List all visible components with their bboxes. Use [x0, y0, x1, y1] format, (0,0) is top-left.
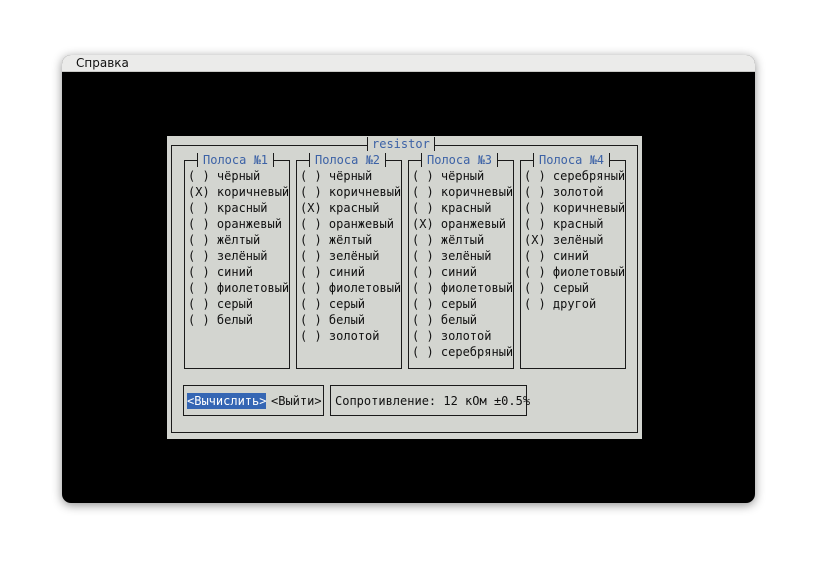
band-4-options: ( ) серебряный( ) золотой( ) коричневый(…: [524, 168, 625, 312]
band-2-radio-option[interactable]: ( ) фиолетовый: [300, 280, 401, 296]
band-3-radio-option[interactable]: ( ) золотой: [412, 328, 513, 344]
band-1-radio-option[interactable]: ( ) жёлтый: [188, 232, 289, 248]
band-4-group: Полоса №4 ( ) серебряный( ) золотой( ) к…: [520, 153, 626, 369]
band-2-radio-option[interactable]: (X) красный: [300, 200, 401, 216]
calculate-button[interactable]: <Вычислить>: [187, 393, 267, 409]
band-3-radio-option[interactable]: ( ) чёрный: [412, 168, 513, 184]
resistor-dialog: resistor Полоса №1 ( ) чёрный (X) коричне…: [167, 136, 642, 439]
band-4-radio-option[interactable]: (X) зелёный: [524, 232, 625, 248]
band-1-radio-option[interactable]: (X) коричневый: [188, 184, 289, 200]
band-1-options: ( ) чёрный (X) коричневый( ) красный( ) о…: [188, 168, 289, 328]
band-2-radio-option[interactable]: ( ) белый: [300, 312, 401, 328]
band-3-radio-option[interactable]: (X) оранжевый: [412, 216, 513, 232]
band-4-radio-option[interactable]: ( ) синий: [524, 248, 625, 264]
band-2-title: Полоса №2: [309, 153, 387, 167]
band-4-radio-option[interactable]: ( ) фиолетовый: [524, 264, 625, 280]
band-1-radio-option[interactable]: ( ) синий: [188, 264, 289, 280]
band-1-radio-option[interactable]: ( ) серый: [188, 296, 289, 312]
band-1-radio-option[interactable]: ( ) зелёный: [188, 248, 289, 264]
band-1-group: Полоса №1 ( ) чёрный (X) коричневый( ) кр…: [184, 153, 290, 369]
band-4-radio-option[interactable]: ( ) золотой: [524, 184, 625, 200]
band-2-radio-option[interactable]: ( ) чёрный: [300, 168, 401, 184]
band-3-radio-option[interactable]: ( ) жёлтый: [412, 232, 513, 248]
band-2-group: Полоса №2 ( ) чёрный( ) коричневый (X) кр…: [296, 153, 402, 369]
dialog-title: resistor: [367, 137, 435, 151]
band-1-radio-option[interactable]: ( ) красный: [188, 200, 289, 216]
band-1-radio-option[interactable]: ( ) оранжевый: [188, 216, 289, 232]
band-3-radio-option[interactable]: ( ) зелёный: [412, 248, 513, 264]
band-3-radio-option[interactable]: ( ) серебряный: [412, 344, 513, 360]
terminal-window: Справка resistor Полоса №1 ( ) чёрный (X)…: [62, 55, 755, 503]
band-3-radio-option[interactable]: ( ) серый: [412, 296, 513, 312]
band-2-radio-option[interactable]: ( ) оранжевый: [300, 216, 401, 232]
resistance-result: Сопротивление: 12 кОм ±0.5%: [335, 394, 531, 408]
band-2-radio-option[interactable]: ( ) серый: [300, 296, 401, 312]
window-title: Справка: [76, 56, 129, 70]
band-2-options: ( ) чёрный( ) коричневый (X) красный( ) о…: [300, 168, 401, 344]
band-4-radio-option[interactable]: ( ) коричневый: [524, 200, 625, 216]
exit-button[interactable]: <Выйти>: [271, 393, 322, 409]
band-3-radio-option[interactable]: ( ) белый: [412, 312, 513, 328]
band-4-radio-option[interactable]: ( ) красный: [524, 216, 625, 232]
band-2-radio-option[interactable]: ( ) золотой: [300, 328, 401, 344]
band-3-radio-option[interactable]: ( ) фиолетовый: [412, 280, 513, 296]
band-3-radio-option[interactable]: ( ) коричневый: [412, 184, 513, 200]
band-2-radio-option[interactable]: ( ) жёлтый: [300, 232, 401, 248]
band-4-radio-option[interactable]: ( ) другой: [524, 296, 625, 312]
band-2-radio-option[interactable]: ( ) синий: [300, 264, 401, 280]
band-2-radio-option[interactable]: ( ) коричневый: [300, 184, 401, 200]
band-1-radio-option[interactable]: ( ) белый: [188, 312, 289, 328]
band-4-radio-option[interactable]: ( ) серебряный: [524, 168, 625, 184]
band-4-title: Полоса №4: [533, 153, 611, 167]
band-3-radio-option[interactable]: ( ) красный: [412, 200, 513, 216]
window-titlebar[interactable]: Справка: [62, 55, 755, 72]
button-bar: <Вычислить> <Выйти>: [183, 385, 324, 416]
band-1-radio-option[interactable]: ( ) чёрный: [188, 168, 289, 184]
band-3-title: Полоса №3: [421, 153, 499, 167]
band-3-radio-option[interactable]: ( ) синий: [412, 264, 513, 280]
result-panel: Сопротивление: 12 кОм ±0.5%: [330, 385, 531, 416]
band-3-options: ( ) чёрный( ) коричневый( ) красный (X) о…: [412, 168, 513, 360]
band-1-radio-option[interactable]: ( ) фиолетовый: [188, 280, 289, 296]
band-4-radio-option[interactable]: ( ) серый: [524, 280, 625, 296]
band-2-radio-option[interactable]: ( ) зелёный: [300, 248, 401, 264]
band-3-group: Полоса №3 ( ) чёрный( ) коричневый( ) кр…: [408, 153, 514, 369]
band-1-title: Полоса №1: [197, 153, 275, 167]
